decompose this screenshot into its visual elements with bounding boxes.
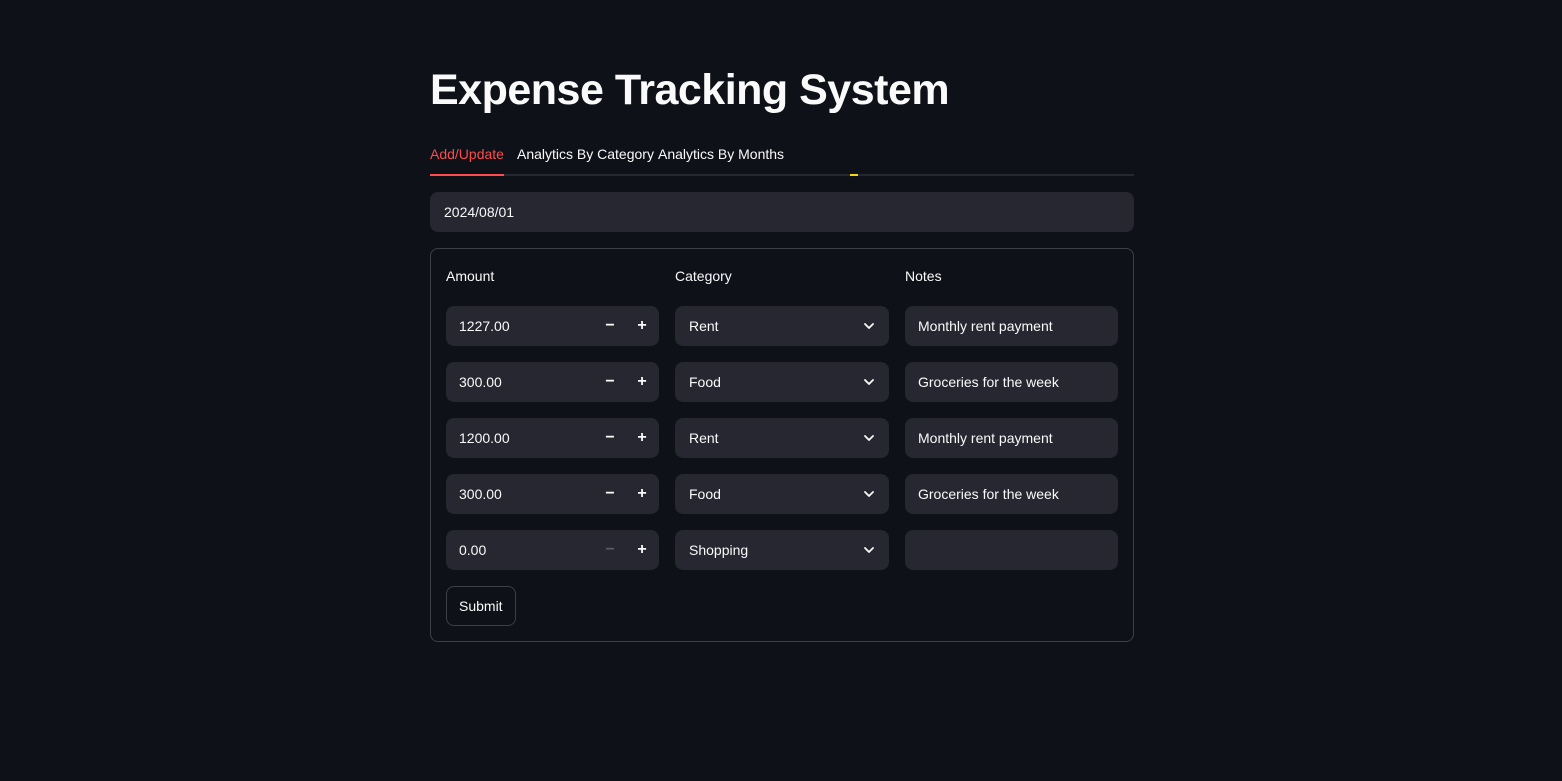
- notes-input[interactable]: [905, 530, 1118, 570]
- submit-button[interactable]: Submit: [446, 586, 516, 626]
- amount-label: Amount: [446, 268, 495, 284]
- tab-analytics-by-months[interactable]: Analytics By Months: [658, 138, 784, 174]
- category-value: Food: [689, 374, 721, 390]
- amount-stepper[interactable]: 0.00 − +: [446, 530, 659, 570]
- expense-form: Amount Category Notes 1227.00 − + Rent 3…: [430, 248, 1134, 642]
- amount-stepper[interactable]: 1227.00 − +: [446, 306, 659, 346]
- increment-button[interactable]: +: [626, 362, 658, 402]
- category-select[interactable]: Rent: [675, 418, 889, 458]
- category-value: Rent: [689, 318, 719, 334]
- amount-value[interactable]: 300.00: [459, 362, 502, 402]
- decrement-button[interactable]: −: [594, 474, 626, 514]
- amount-value[interactable]: 1200.00: [459, 418, 510, 458]
- category-select[interactable]: Food: [675, 474, 889, 514]
- chevron-down-icon: [864, 435, 874, 441]
- chevron-down-icon: [864, 323, 874, 329]
- amount-stepper[interactable]: 300.00 − +: [446, 474, 659, 514]
- chevron-down-icon: [864, 491, 874, 497]
- increment-button[interactable]: +: [626, 306, 658, 346]
- category-select[interactable]: Rent: [675, 306, 889, 346]
- amount-stepper[interactable]: 1200.00 − +: [446, 418, 659, 458]
- amount-stepper[interactable]: 300.00 − +: [446, 362, 659, 402]
- chevron-down-icon: [864, 379, 874, 385]
- decrement-button[interactable]: −: [594, 306, 626, 346]
- amount-value[interactable]: 0.00: [459, 530, 486, 570]
- expense-row: 300.00 − + Food: [431, 362, 1133, 402]
- decrement-button[interactable]: −: [594, 418, 626, 458]
- increment-button[interactable]: +: [626, 418, 658, 458]
- expense-row: 300.00 − + Food: [431, 474, 1133, 514]
- decrement-button[interactable]: −: [594, 530, 626, 570]
- notes-input[interactable]: [905, 362, 1118, 402]
- category-select[interactable]: Food: [675, 362, 889, 402]
- notes-input[interactable]: [905, 474, 1118, 514]
- category-value: Food: [689, 486, 721, 502]
- tab-analytics-by-category[interactable]: Analytics By Category: [517, 138, 654, 174]
- category-value: Shopping: [689, 542, 749, 558]
- notes-input[interactable]: [905, 306, 1118, 346]
- chevron-down-icon: [864, 547, 874, 553]
- expense-row: 1200.00 − + Rent: [431, 418, 1133, 458]
- date-input[interactable]: [430, 192, 1134, 232]
- tab-scroll-marker: [850, 174, 858, 176]
- notes-label: Notes: [905, 268, 942, 284]
- category-label: Category: [675, 268, 732, 284]
- amount-value[interactable]: 300.00: [459, 474, 502, 514]
- tab-add-update[interactable]: Add/Update: [430, 138, 504, 176]
- increment-button[interactable]: +: [626, 530, 658, 570]
- amount-value[interactable]: 1227.00: [459, 306, 510, 346]
- category-select[interactable]: Shopping: [675, 530, 889, 570]
- page-title: Expense Tracking System: [430, 66, 950, 114]
- tab-bar: Add/Update Analytics By Category Analyti…: [430, 138, 1134, 176]
- increment-button[interactable]: +: [626, 474, 658, 514]
- expense-row: 0.00 − + Shopping: [431, 530, 1133, 570]
- notes-input[interactable]: [905, 418, 1118, 458]
- decrement-button[interactable]: −: [594, 362, 626, 402]
- category-value: Rent: [689, 430, 719, 446]
- expense-row: 1227.00 − + Rent: [431, 306, 1133, 346]
